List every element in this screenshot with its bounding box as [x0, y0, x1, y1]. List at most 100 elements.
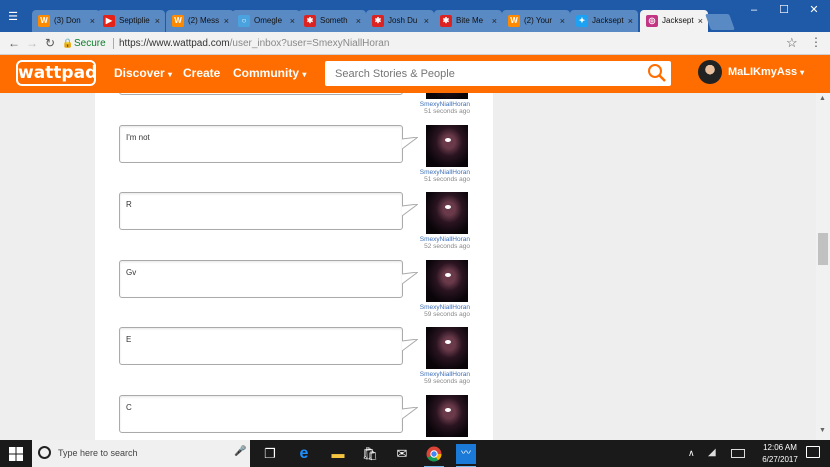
sender-username[interactable]: SmexyNiallHoran — [412, 169, 470, 176]
mail-icon[interactable]: ✉ — [392, 444, 412, 464]
maximize-button[interactable]: ☐ — [769, 0, 799, 20]
browser-window: ☰ W (3) Don × ▶ Septiplie × W (2) Mess × ○ Omegle ×… — [0, 0, 830, 440]
scroll-up-icon[interactable]: ▲ — [819, 95, 826, 102]
close-tab-icon[interactable]: × — [90, 10, 95, 32]
microphone-icon[interactable]: 🎤 — [234, 446, 246, 457]
forward-button[interactable]: → — [24, 35, 40, 51]
search-icon[interactable] — [647, 63, 667, 83]
address-bar: ← → ↻ 🔒 Secure https://www.wattpad.com/u… — [0, 32, 830, 55]
wattpad-icon: W — [172, 15, 184, 27]
task-view-icon[interactable]: ❐ — [260, 444, 280, 464]
quotev-icon: ✱ — [440, 15, 452, 27]
tab-label: Jacksept — [592, 16, 624, 25]
sender-username[interactable]: SmexyNiallHoran — [412, 101, 470, 108]
tab-label: Omegle — [254, 16, 283, 25]
message-timestamp: 59 seconds ago — [424, 311, 470, 318]
sender-avatar[interactable] — [426, 192, 468, 234]
sender-username[interactable]: SmexyNiallHoran — [412, 236, 470, 243]
sender-avatar[interactable] — [426, 93, 468, 99]
sender-username[interactable]: SmexyNiallHoran — [412, 304, 470, 311]
nav-create[interactable]: Create — [183, 65, 220, 81]
windows-start-icon[interactable] — [9, 447, 23, 461]
back-button[interactable]: ← — [6, 35, 22, 51]
tab-8[interactable]: W (2) Your × — [502, 10, 570, 32]
scroll-down-icon[interactable]: ▼ — [819, 427, 826, 434]
sender-avatar[interactable] — [426, 395, 468, 437]
nav-community[interactable]: Community ▾ — [233, 65, 306, 83]
bubble-tail — [402, 407, 418, 420]
search-input[interactable] — [335, 61, 635, 86]
file-explorer-icon[interactable]: ▬ — [328, 444, 348, 464]
quotev-icon: ✱ — [304, 15, 316, 27]
minimize-button[interactable]: – — [739, 0, 769, 20]
tab-6[interactable]: ✱ Josh Du × — [366, 10, 434, 32]
reload-button[interactable]: ↻ — [42, 35, 58, 51]
message-timestamp: 51 seconds ago — [424, 176, 470, 183]
keyboard-icon[interactable] — [731, 449, 745, 458]
tab-4[interactable]: ○ Omegle × — [232, 10, 300, 32]
close-tab-icon[interactable]: × — [356, 10, 361, 32]
sender-avatar[interactable] — [426, 125, 468, 167]
close-tab-icon[interactable]: × — [155, 10, 160, 32]
close-tab-icon[interactable]: × — [628, 10, 633, 32]
sender-avatar[interactable] — [426, 327, 468, 369]
tab-9[interactable]: ✦ Jacksept × — [570, 10, 638, 32]
close-tab-icon[interactable]: × — [424, 10, 429, 32]
clock-date[interactable]: 6/27/2017 — [755, 455, 805, 464]
close-tab-icon[interactable]: × — [492, 10, 497, 32]
close-tab-icon[interactable]: × — [560, 10, 565, 32]
wattpad-icon: W — [38, 15, 50, 27]
tab-10[interactable]: ◎ Jacksept × — [640, 10, 708, 32]
close-tab-icon[interactable]: × — [224, 10, 229, 32]
tab-strip: ☰ W (3) Don × ▶ Septiplie × W (2) Mess × ○ Omegle ×… — [0, 0, 830, 32]
tab-5[interactable]: ✱ Someth × — [298, 10, 366, 32]
tab-7[interactable]: ✱ Bite Me × — [434, 10, 502, 32]
message-timestamp: 59 seconds ago — [424, 378, 470, 385]
clock-time[interactable]: 12:06 AM — [755, 443, 805, 452]
tab-2[interactable]: ▶ Septiplie × — [97, 10, 165, 32]
youtube-icon: ▶ — [103, 15, 115, 27]
user-menu[interactable]: MaLIKmyAss ▾ — [728, 66, 804, 78]
close-window-button[interactable]: ✕ — [799, 0, 829, 20]
wattpad-logo[interactable]: wattpad — [16, 60, 97, 86]
message-bubble — [119, 93, 403, 95]
instagram-icon: ◎ — [646, 15, 658, 27]
message-timestamp: 52 seconds ago — [424, 243, 470, 250]
twitter-icon: ✦ — [576, 15, 588, 27]
store-icon[interactable]: 🛍 — [360, 444, 380, 464]
notification-icon[interactable] — [806, 446, 820, 458]
message-item: SmexyNiallHoran 51 seconds ago — [119, 93, 491, 121]
tab-label: Someth — [320, 16, 348, 25]
avatar[interactable] — [698, 60, 722, 84]
url-omnibox[interactable]: 🔒 Secure https://www.wattpad.com/user_in… — [62, 35, 782, 52]
tab-label: Jacksept — [662, 16, 694, 25]
close-tab-icon[interactable]: × — [290, 10, 295, 32]
edge-icon[interactable]: e — [294, 444, 314, 464]
sender-avatar[interactable] — [426, 260, 468, 302]
nav-discover[interactable]: Discover ▾ — [114, 65, 172, 83]
photos-app-icon[interactable]: 〰 — [456, 444, 476, 467]
tab-label: Josh Du — [388, 16, 418, 25]
taskbar-search[interactable]: Type here to search 🎤 — [32, 440, 250, 467]
sender-username[interactable]: SmexyNiallHoran — [412, 371, 470, 378]
secure-label: Secure — [74, 38, 106, 49]
chrome-icon[interactable] — [424, 444, 444, 467]
bookmark-star-icon[interactable]: ☆ — [786, 35, 798, 51]
app-menu-icon[interactable]: ☰ — [6, 10, 20, 24]
chrome-menu-icon[interactable]: ⋮ — [810, 35, 822, 49]
tab-3[interactable]: W (2) Mess × — [166, 10, 234, 32]
scrollbar-thumb[interactable] — [818, 233, 828, 265]
scrollbar[interactable]: ▲ ▼ — [816, 93, 830, 440]
quotev-icon: ✱ — [372, 15, 384, 27]
wifi-icon[interactable]: ◢ — [708, 447, 716, 458]
chevron-up-icon[interactable]: ∧ — [688, 448, 695, 459]
bubble-tail — [402, 339, 418, 352]
message-bubble: Gv — [119, 260, 403, 298]
new-tab-button[interactable] — [705, 14, 735, 30]
tab-1[interactable]: W (3) Don × — [32, 10, 100, 32]
windows-taskbar: Type here to search 🎤 ❐ e ▬ 🛍 ✉ 〰 ∧ ◢ 12… — [0, 440, 830, 467]
message-item: E SmexyNiallHoran 59 seconds ago — [119, 327, 491, 391]
close-tab-icon[interactable]: × — [698, 10, 703, 32]
taskbar-search-placeholder: Type here to search — [58, 448, 138, 458]
bubble-tail — [402, 137, 418, 150]
